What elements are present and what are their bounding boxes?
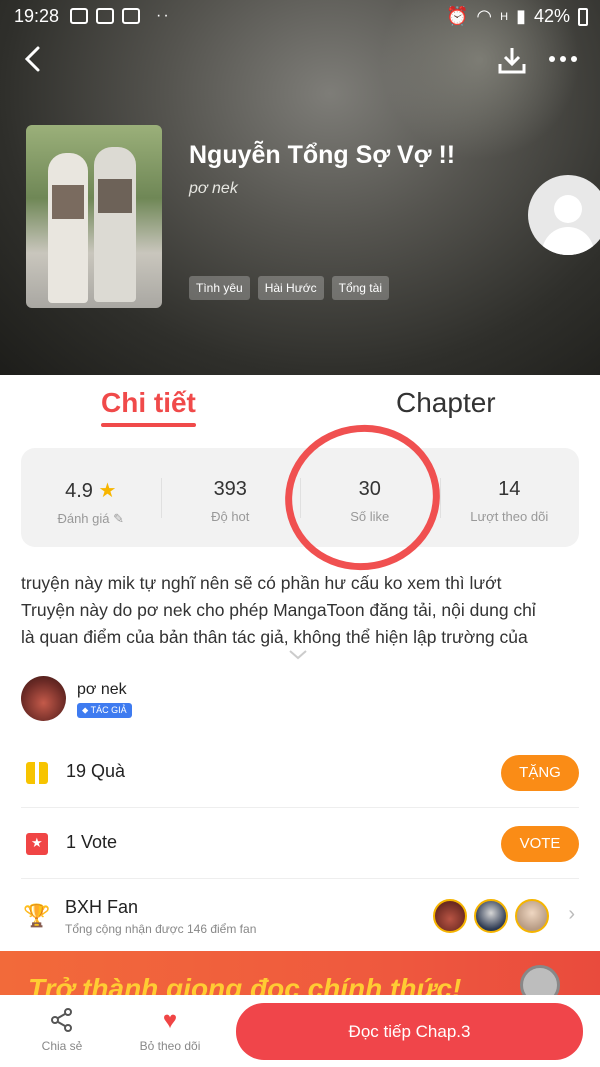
download-icon: [498, 48, 526, 74]
user-avatar[interactable]: [528, 175, 600, 255]
ticket-icon: [26, 833, 48, 855]
stat-hot: 393 Độ hot: [160, 448, 301, 547]
bottom-action-bar: Chia sẻ ♥ Bỏ theo dõi Đọc tiếp Chap.3: [0, 995, 600, 1067]
author-name: pơ nek: [77, 681, 127, 698]
cover-figure: [94, 147, 136, 302]
story-tags: Tình yêu Hài Hước Tổng tài: [189, 276, 389, 300]
author-badge: ⬥ TÁC GIẢ: [77, 703, 132, 718]
followers-value: 14: [498, 478, 521, 500]
notification-icons: ··: [70, 7, 171, 25]
share-label: Chia sẻ: [41, 1039, 83, 1053]
star-icon: ★: [98, 480, 117, 502]
avatar-head: [554, 195, 582, 223]
story-author[interactable]: pơ nek: [189, 180, 238, 198]
more-options-button[interactable]: [546, 44, 582, 74]
trophy-icon: 🏆: [23, 903, 51, 928]
heart-icon: ♥: [162, 1007, 178, 1034]
tab-bar: Chi tiết Chapter: [0, 375, 600, 427]
signal-icon: ▮: [516, 6, 526, 26]
stat-rating[interactable]: 4.9 ★ Đánh giá ✎: [21, 448, 161, 547]
cover-detail: [98, 179, 132, 213]
alarm-icon: ⏰: [445, 6, 469, 26]
fan-avatars: [433, 899, 549, 933]
network-type: H: [500, 10, 509, 23]
fan-avatar: [433, 899, 467, 933]
gift-button[interactable]: TẶNG: [501, 755, 579, 791]
fan-ranking-title: BXH Fan: [65, 897, 139, 917]
vote-button[interactable]: VOTE: [501, 826, 579, 862]
expand-chevron-icon[interactable]: [288, 648, 308, 662]
battery-percent: 42%: [533, 6, 570, 26]
tab-detail[interactable]: Chi tiết: [101, 387, 196, 427]
annotation-circle: [273, 412, 452, 583]
stat-followers: 14 Lượt theo dõi: [439, 448, 580, 547]
divider: [21, 878, 579, 879]
description-line: truyện này mik tự nghĩ nên sẽ có phần hư…: [21, 573, 502, 593]
description-line: là quan điểm của bản thân tác giả, không…: [21, 627, 528, 647]
tab-detail-label: Chi tiết: [101, 387, 196, 418]
unfollow-label: Bỏ theo dõi: [139, 1039, 201, 1053]
youtube-icon: [96, 8, 114, 24]
story-cover: [26, 125, 162, 308]
avatar-body: [542, 227, 594, 255]
tab-chapter-label: Chapter: [396, 387, 496, 418]
chevron-left-icon: [24, 46, 40, 72]
more-notifications-icon: ··: [156, 7, 171, 24]
gift-icon: [26, 762, 48, 784]
back-button[interactable]: [18, 44, 48, 74]
tag-chip[interactable]: Tình yêu: [189, 276, 250, 300]
rating-value: 4.9: [65, 480, 93, 502]
share-icon: [12, 1007, 112, 1033]
continue-reading-button[interactable]: Đọc tiếp Chap.3: [236, 1003, 583, 1060]
fan-ranking-row[interactable]: 🏆 BXH Fan Tổng cộng nhận được 146 điểm f…: [21, 883, 579, 951]
gift-row: 19 Quà TẶNG: [21, 738, 579, 808]
tab-chapter[interactable]: Chapter: [396, 387, 496, 419]
wifi-icon: ◠: [476, 6, 493, 26]
author-row[interactable]: pơ nek ⬥ TÁC GIẢ: [21, 676, 581, 726]
app-icon: [122, 8, 140, 24]
battery-icon: [578, 7, 588, 26]
status-bar: 19:28 ·· ⏰ ◠ H ▮ 42%: [0, 0, 600, 32]
unfollow-button[interactable]: ♥ Bỏ theo dõi: [120, 1007, 220, 1053]
cover-figure: [48, 153, 88, 303]
story-description[interactable]: truyện này mik tự nghĩ nên sẽ có phần hư…: [21, 570, 581, 651]
pencil-icon: ✎: [113, 511, 125, 526]
chevron-right-icon: ›: [568, 903, 575, 925]
image-icon: [70, 8, 88, 24]
rating-label: Đánh giá: [57, 511, 110, 526]
status-time: 19:28: [14, 6, 60, 26]
vote-count: 1 Vote: [66, 832, 118, 852]
fan-ranking-subtitle: Tổng cộng nhận được 146 điểm fan: [65, 922, 257, 936]
download-button[interactable]: [496, 44, 528, 76]
author-avatar[interactable]: [21, 676, 66, 721]
description-line: Truyện này do pơ nek cho phép MangaToon …: [21, 600, 536, 620]
divider: [21, 807, 579, 808]
hot-value: 393: [213, 478, 247, 500]
followers-label: Lượt theo dõi: [470, 509, 549, 524]
vote-row: 1 Vote VOTE: [21, 809, 579, 879]
tag-chip[interactable]: Hài Hước: [257, 276, 324, 300]
cover-detail: [52, 185, 84, 219]
story-header: 19:28 ·· ⏰ ◠ H ▮ 42% Nguyễn Tổng Sợ Vợ !…: [0, 0, 600, 375]
fan-avatar: [515, 899, 549, 933]
hot-label: Độ hot: [211, 509, 250, 524]
more-dots-icon: [549, 56, 577, 62]
story-title: Nguyễn Tổng Sợ Vợ !!: [189, 141, 456, 169]
tag-chip[interactable]: Tổng tài: [331, 276, 389, 300]
author-badge-label: TÁC GIẢ: [90, 705, 127, 715]
gift-count: 19 Quà: [66, 761, 126, 781]
fan-avatar: [474, 899, 508, 933]
promo-banner[interactable]: Trở thành giọng đọc chính thức!: [0, 951, 600, 1001]
share-button[interactable]: Chia sẻ: [12, 1007, 112, 1053]
status-right: ⏰ ◠ H ▮ 42%: [446, 6, 588, 27]
active-tab-indicator: [101, 423, 196, 427]
